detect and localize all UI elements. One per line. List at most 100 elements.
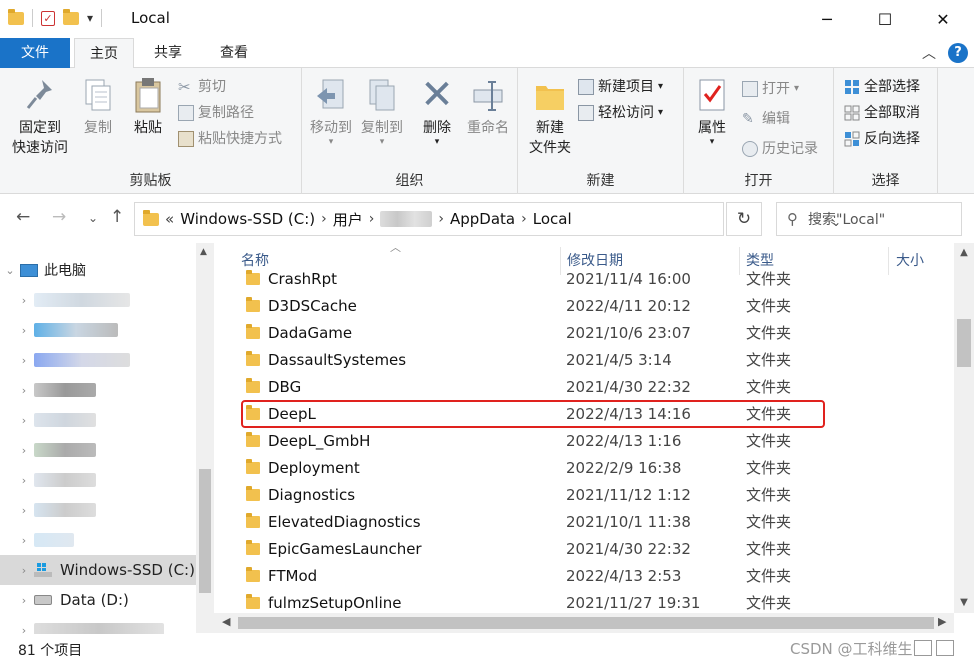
address-bar[interactable]: « Windows-SSD (C:) › 用户 › › AppData › Lo…	[134, 202, 841, 236]
details-view-icon[interactable]	[914, 640, 932, 656]
scroll-down-icon[interactable]: ▼	[954, 597, 974, 608]
file-row[interactable]: DassaultSystemes 2021/4/5 3:14 文件夹	[228, 346, 948, 373]
tree-item-blurred[interactable]: ›	[0, 525, 196, 555]
tree-item-blurred[interactable]: ›	[0, 285, 196, 315]
search-box[interactable]: ⚲ 搜索"Local"	[776, 202, 962, 236]
scroll-up-icon[interactable]: ▲	[954, 247, 974, 258]
delete-button[interactable]: ✕ 删除 ▾	[416, 75, 458, 147]
maximize-button[interactable]: ☐	[856, 0, 914, 38]
new-folder-button[interactable]: 新建 文件夹	[522, 76, 578, 158]
tree-item-blurred[interactable]: ›	[0, 435, 196, 465]
file-list-horizontal-scrollbar[interactable]: ◀ ▶	[214, 613, 954, 633]
select-none-button[interactable]: 全部取消	[844, 102, 920, 124]
breadcrumb-drive[interactable]: Windows-SSD (C:)	[180, 210, 315, 228]
file-row[interactable]: Deployment 2022/2/9 16:38 文件夹	[228, 454, 948, 481]
file-row[interactable]: Diagnostics 2021/11/12 1:12 文件夹	[228, 481, 948, 508]
history-button[interactable]: 历史记录	[742, 138, 818, 160]
breadcrumb-users[interactable]: 用户	[333, 209, 363, 230]
tree-item-windows-ssd[interactable]: › Windows-SSD (C:)	[0, 555, 196, 585]
pin-quick-access-button[interactable]: 固定到 快速访问	[8, 76, 72, 158]
copy-button[interactable]: 复制	[76, 76, 120, 138]
tab-view[interactable]: 查看	[206, 38, 262, 68]
file-row[interactable]: DBG 2021/4/30 22:32 文件夹	[228, 373, 948, 400]
tree-item-data-drive[interactable]: › Data (D:)	[0, 585, 196, 615]
nav-pane-scroll-thumb[interactable]	[199, 469, 211, 593]
properties-button[interactable]: 属性 ▾	[690, 76, 734, 147]
open-button[interactable]: 打开 ▾	[742, 78, 799, 100]
move-to-button[interactable]: 移动到 ▾	[306, 76, 356, 147]
scroll-up-icon[interactable]: ▲	[200, 247, 207, 257]
tree-item-blurred[interactable]: ›	[0, 375, 196, 405]
file-row[interactable]: CrashRpt 2021/11/4 16:00 文件夹	[228, 265, 948, 292]
expand-arrow-icon[interactable]: ›	[14, 534, 34, 547]
file-row[interactable]: DeepL_GmbH 2022/4/13 1:16 文件夹	[228, 427, 948, 454]
expand-arrow-icon[interactable]: ›	[14, 354, 34, 367]
breadcrumb-separator[interactable]: ›	[369, 211, 375, 227]
help-button[interactable]: ?	[948, 43, 968, 63]
select-all-button[interactable]: 全部选择	[844, 76, 920, 98]
expand-arrow-icon[interactable]: ›	[14, 294, 34, 307]
minimize-button[interactable]: ─	[798, 0, 856, 38]
paste-shortcut-button[interactable]: 粘贴快捷方式	[178, 128, 282, 150]
expand-arrow-icon[interactable]: ›	[14, 594, 34, 607]
file-row[interactable]: DadaGame 2021/10/6 23:07 文件夹	[228, 319, 948, 346]
refresh-button[interactable]: ↻	[726, 202, 762, 236]
scroll-left-icon[interactable]: ◀	[222, 615, 230, 628]
expand-arrow-icon[interactable]: ›	[14, 444, 34, 457]
expand-arrow-icon[interactable]: ›	[14, 474, 34, 487]
paste-button[interactable]: 粘贴	[126, 76, 170, 138]
breadcrumb-separator[interactable]: ›	[438, 211, 444, 227]
breadcrumb-separator[interactable]: ›	[521, 211, 527, 227]
expand-chevron-icon[interactable]: ⌄	[0, 264, 20, 277]
file-row[interactable]: FTMod 2022/4/13 2:53 文件夹	[228, 562, 948, 589]
breadcrumb-username-blurred[interactable]	[380, 211, 433, 227]
close-button[interactable]: ✕	[914, 0, 972, 38]
rename-button[interactable]: 重命名	[462, 76, 514, 138]
vertical-scroll-thumb[interactable]	[957, 319, 971, 367]
collapse-ribbon-icon[interactable]: ︿	[922, 43, 936, 63]
back-arrow-icon[interactable]: ←	[16, 207, 30, 227]
copy-path-button[interactable]: 复制路径	[178, 102, 254, 124]
file-row[interactable]: fulmzSetupOnline 2021/11/27 19:31 文件夹	[228, 589, 948, 616]
expand-arrow-icon[interactable]: ›	[14, 324, 34, 337]
tree-item-blurred[interactable]: ›	[0, 315, 196, 345]
recent-locations-chevron-icon[interactable]: ⌄	[88, 211, 98, 225]
breadcrumb-appdata[interactable]: AppData	[450, 210, 515, 228]
cut-button[interactable]: ✂ 剪切	[178, 76, 226, 98]
breadcrumb-separator[interactable]: ›	[321, 211, 327, 227]
tree-item-blurred[interactable]: ›	[0, 465, 196, 495]
properties-check-icon[interactable]: ✓	[41, 10, 55, 26]
nav-pane-scrollbar[interactable]: ▲	[196, 243, 214, 633]
scroll-right-icon[interactable]: ▶	[938, 615, 946, 628]
address-overflow-icon[interactable]: «	[165, 210, 174, 228]
file-modified-date: 2021/10/6 23:07	[566, 323, 691, 342]
up-arrow-icon[interactable]: ↑	[110, 207, 124, 227]
copy-to-button[interactable]: 复制到 ▾	[356, 76, 408, 147]
large-icons-view-icon[interactable]	[936, 640, 954, 656]
edit-button[interactable]: ✎ 编辑	[742, 108, 790, 130]
new-folder-icon[interactable]	[63, 8, 79, 25]
qat-dropdown-icon[interactable]: ▾	[87, 11, 93, 25]
file-list-vertical-scrollbar[interactable]: ▲ ▼	[954, 243, 974, 613]
tab-file[interactable]: 文件	[0, 38, 70, 68]
file-row[interactable]: ElevatedDiagnostics 2021/10/1 11:38 文件夹	[228, 508, 948, 535]
expand-arrow-icon[interactable]: ›	[14, 504, 34, 517]
tab-home[interactable]: 主页	[74, 38, 134, 69]
tree-item-this-pc[interactable]: ⌄ 此电脑	[0, 255, 196, 285]
horizontal-scroll-thumb[interactable]	[238, 617, 934, 629]
forward-arrow-icon[interactable]: →	[52, 207, 66, 227]
expand-arrow-icon[interactable]: ›	[14, 384, 34, 397]
breadcrumb-local[interactable]: Local	[533, 210, 572, 228]
easy-access-button[interactable]: 轻松访问 ▾	[578, 102, 663, 124]
file-row[interactable]: D3DSCache 2022/4/11 20:12 文件夹	[228, 292, 948, 319]
tree-item-blurred[interactable]: ›	[0, 405, 196, 435]
file-row[interactable]: EpicGamesLauncher 2021/4/30 22:32 文件夹	[228, 535, 948, 562]
invert-selection-button[interactable]: 反向选择	[844, 128, 920, 150]
expand-arrow-icon[interactable]: ›	[14, 414, 34, 427]
tree-item-blurred[interactable]: ›	[0, 345, 196, 375]
expand-arrow-icon[interactable]: ›	[14, 564, 34, 577]
tree-item-blurred[interactable]: ›	[0, 495, 196, 525]
file-type: 文件夹	[746, 270, 792, 288]
tab-share[interactable]: 共享	[140, 38, 196, 68]
new-item-button[interactable]: 新建项目 ▾	[578, 76, 663, 98]
